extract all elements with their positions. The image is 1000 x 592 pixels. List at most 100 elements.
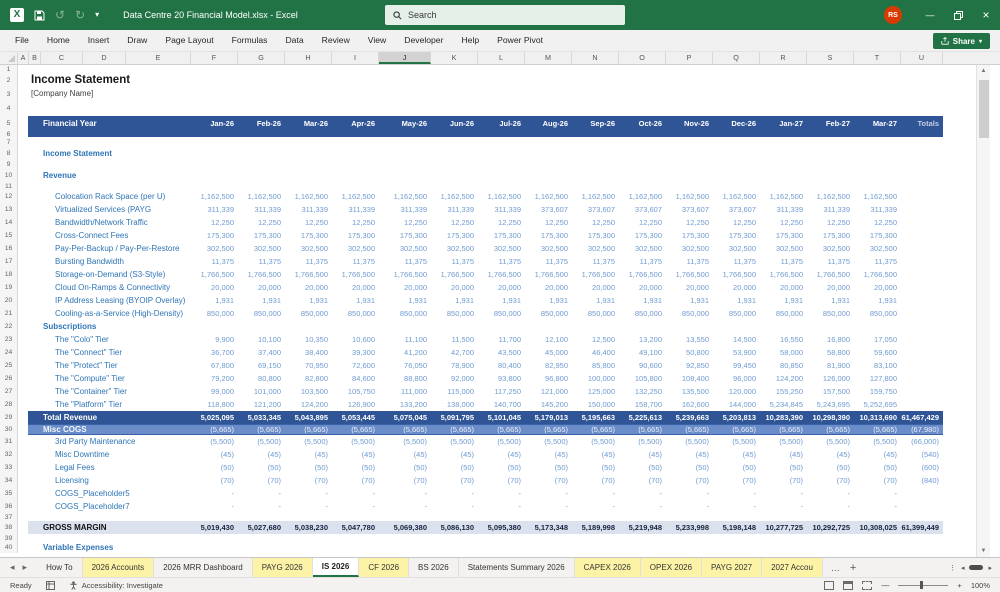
cell-I27[interactable]: 105,750 — [332, 387, 379, 396]
cell-J29[interactable]: 5,075,045 — [379, 413, 431, 422]
cell-P36[interactable]: - — [666, 502, 713, 511]
cell-G12[interactable]: 1,162,500 — [238, 192, 285, 201]
cell-I14[interactable]: 12,250 — [332, 218, 379, 227]
cell-K38[interactable]: 5,086,130 — [431, 523, 478, 532]
cell-N17[interactable]: 11,375 — [572, 257, 619, 266]
account-avatar[interactable]: RS — [884, 6, 902, 24]
cell-J27[interactable]: 111,000 — [379, 387, 431, 396]
cell-R15[interactable]: 175,300 — [760, 231, 807, 240]
menu-tab-file[interactable]: File — [6, 30, 38, 51]
cell-P28[interactable]: 162,600 — [666, 400, 713, 409]
column-header-O[interactable]: O — [619, 52, 666, 64]
cell-G13[interactable]: 311,339 — [238, 205, 285, 214]
column-header-B[interactable]: B — [29, 52, 41, 64]
macro-record-icon[interactable] — [45, 580, 55, 590]
sheet-tab-2026-accounts[interactable]: 2026 Accounts — [82, 558, 155, 577]
cell-G16[interactable]: 302,500 — [238, 244, 285, 253]
cell-F16[interactable]: 302,500 — [191, 244, 238, 253]
cell-G30[interactable]: (5,665) — [238, 425, 285, 434]
column-header-Q[interactable]: Q — [713, 52, 760, 64]
select-all-corner[interactable] — [0, 52, 18, 64]
cell-K28[interactable]: 138,000 — [431, 400, 478, 409]
cell-L31[interactable]: (5,500) — [478, 437, 525, 446]
cell-O25[interactable]: 90,600 — [619, 361, 666, 370]
cell-G27[interactable]: 101,000 — [238, 387, 285, 396]
cell-C29[interactable]: Total Revenue — [28, 413, 191, 422]
cell-N15[interactable]: 175,300 — [572, 231, 619, 240]
cell-J34[interactable]: (70) — [379, 476, 431, 485]
row-number-10[interactable]: 10 — [0, 169, 18, 182]
cell-N28[interactable]: 150,000 — [572, 400, 619, 409]
row-number-27[interactable]: 27 — [0, 385, 18, 398]
cell-Q13[interactable]: 373,607 — [713, 205, 760, 214]
cell-G33[interactable]: (50) — [238, 463, 285, 472]
cell-R36[interactable]: - — [760, 502, 807, 511]
cell-S30[interactable]: (5,665) — [807, 425, 854, 434]
cell-Q35[interactable]: - — [713, 489, 760, 498]
cell-K31[interactable]: (5,500) — [431, 437, 478, 446]
cell-I34[interactable]: (70) — [332, 476, 379, 485]
cell-K15[interactable]: 175,300 — [431, 231, 478, 240]
cell-I29[interactable]: 5,053,445 — [332, 413, 379, 422]
cell-Q34[interactable]: (70) — [713, 476, 760, 485]
cell-T26[interactable]: 127,800 — [854, 374, 901, 383]
cell-N38[interactable]: 5,189,998 — [572, 523, 619, 532]
cell-G38[interactable]: 5,027,680 — [238, 523, 285, 532]
row-number-35[interactable]: 35 — [0, 487, 18, 500]
cell-C27[interactable]: The "Container" Tier — [18, 387, 191, 396]
cell-T38[interactable]: 10,308,025 — [854, 523, 901, 532]
cell-P34[interactable]: (70) — [666, 476, 713, 485]
cell-L12[interactable]: 1,162,500 — [478, 192, 525, 201]
sheet-tab-cf-2026[interactable]: CF 2026 — [359, 558, 410, 577]
cell-F12[interactable]: 1,162,500 — [191, 192, 238, 201]
cell-J24[interactable]: 41,200 — [379, 348, 431, 357]
cell-H25[interactable]: 70,950 — [285, 361, 332, 370]
cell-L15[interactable]: 175,300 — [478, 231, 525, 240]
cell-N26[interactable]: 100,000 — [572, 374, 619, 383]
cell-F30[interactable]: (5,665) — [191, 425, 238, 434]
row-number-39[interactable]: 39 — [0, 534, 18, 542]
cell-C33[interactable]: Legal Fees — [18, 463, 191, 472]
cell-R27[interactable]: 155,250 — [760, 387, 807, 396]
cell-T16[interactable]: 302,500 — [854, 244, 901, 253]
column-header-T[interactable]: T — [854, 52, 901, 64]
cell-C12[interactable]: Colocation Rack Space (per U) — [18, 192, 191, 201]
cell-K24[interactable]: 42,700 — [431, 348, 478, 357]
cell-I36[interactable]: - — [332, 502, 379, 511]
share-button[interactable]: Share ▾ — [932, 33, 990, 49]
cell-K16[interactable]: 302,500 — [431, 244, 478, 253]
column-header-F[interactable]: F — [191, 52, 238, 64]
zoom-level[interactable]: 100% — [971, 581, 990, 590]
cell-K12[interactable]: 1,162,500 — [431, 192, 478, 201]
cell-U30[interactable]: (67,980) — [901, 425, 943, 434]
cell-F15[interactable]: 175,300 — [191, 231, 238, 240]
row-number-33[interactable]: 33 — [0, 461, 18, 474]
cell-H17[interactable]: 11,375 — [285, 257, 332, 266]
row-number-7[interactable]: 7 — [0, 137, 18, 147]
row-number-20[interactable]: 20 — [0, 294, 18, 307]
cell-O13[interactable]: 373,607 — [619, 205, 666, 214]
save-icon[interactable] — [34, 10, 45, 21]
cell-O24[interactable]: 49,100 — [619, 348, 666, 357]
cell-T35[interactable]: - — [854, 489, 901, 498]
cell-R13[interactable]: 311,339 — [760, 205, 807, 214]
cell-P12[interactable]: 1,162,500 — [666, 192, 713, 201]
cell-J13[interactable]: 311,339 — [379, 205, 431, 214]
accessibility-status[interactable]: Accessibility: Investigate — [82, 581, 163, 590]
cell-C34[interactable]: Licensing — [18, 476, 191, 485]
column-header-E[interactable]: E — [126, 52, 191, 64]
cell-C30[interactable]: Misc COGS — [28, 425, 191, 434]
cell-M17[interactable]: 11,375 — [525, 257, 572, 266]
cell-L24[interactable]: 43,500 — [478, 348, 525, 357]
cell-O21[interactable]: 850,000 — [619, 309, 666, 318]
zoom-out-icon[interactable]: — — [881, 581, 889, 590]
row-number-19[interactable]: 19 — [0, 281, 18, 294]
cell-G25[interactable]: 69,150 — [238, 361, 285, 370]
cell-G28[interactable]: 121,200 — [238, 400, 285, 409]
cell-T32[interactable]: (45) — [854, 450, 901, 459]
cell-K32[interactable]: (45) — [431, 450, 478, 459]
cell-S25[interactable]: 81,900 — [807, 361, 854, 370]
cell-F24[interactable]: 36,700 — [191, 348, 238, 357]
tab-scroll-left-icon[interactable]: ◂ — [10, 562, 15, 573]
cell-L33[interactable]: (50) — [478, 463, 525, 472]
